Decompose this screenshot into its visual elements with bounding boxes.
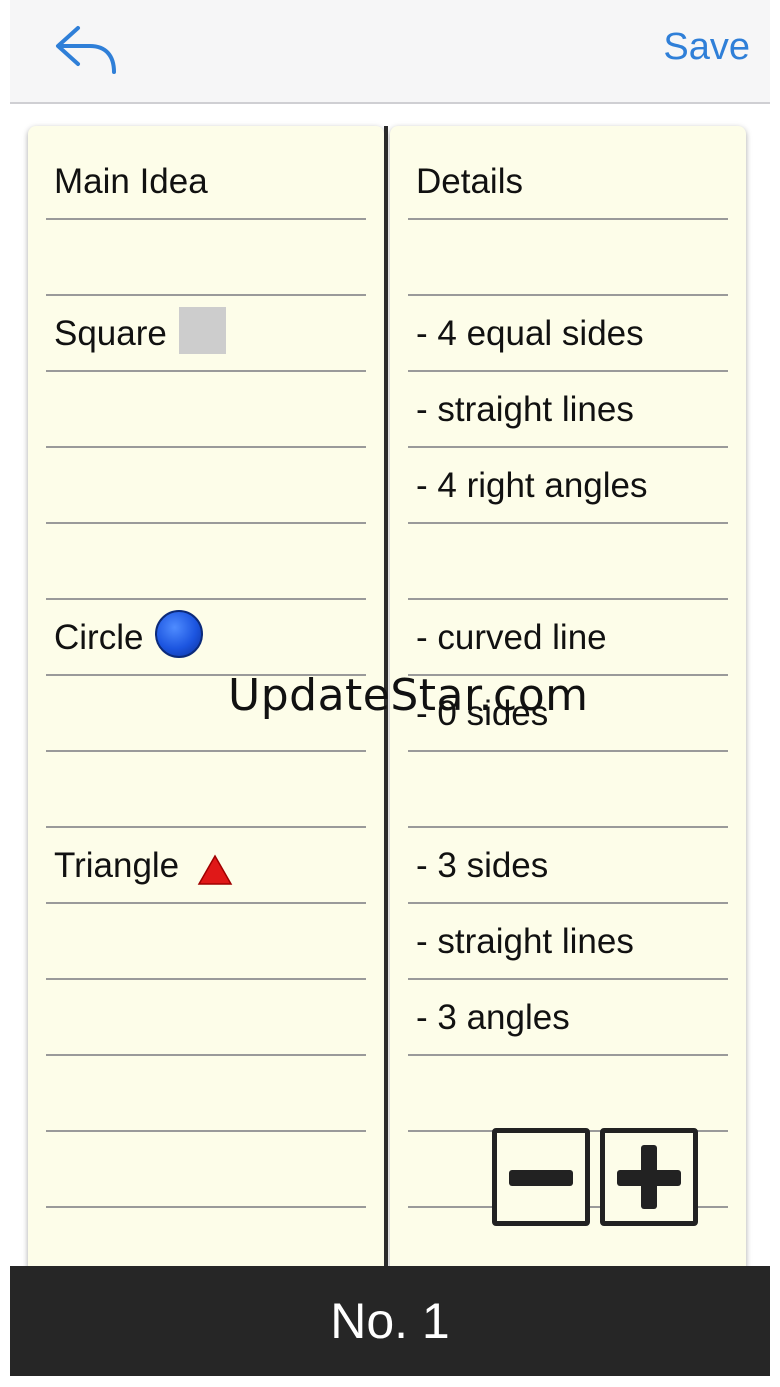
empty-line[interactable] xyxy=(408,752,728,828)
detail-text: - 3 sides xyxy=(416,846,549,885)
detail-line[interactable]: - straight lines xyxy=(408,904,728,980)
empty-line[interactable] xyxy=(46,752,366,828)
empty-line[interactable] xyxy=(408,220,728,296)
main-item-label: Triangle xyxy=(54,846,180,885)
detail-line[interactable]: - straight lines xyxy=(408,372,728,448)
add-row-button[interactable] xyxy=(600,1128,698,1226)
empty-line[interactable] xyxy=(46,220,366,296)
square-icon xyxy=(178,307,226,354)
empty-line[interactable] xyxy=(46,904,366,980)
empty-line[interactable] xyxy=(46,1056,366,1132)
main-item-label: Square xyxy=(54,314,167,353)
detail-line[interactable]: - 4 equal sides xyxy=(408,296,728,372)
detail-text: - straight lines xyxy=(416,390,634,429)
detail-text: - 4 equal sides xyxy=(416,314,644,353)
details-header: Details xyxy=(408,144,728,220)
detail-line[interactable]: - 3 angles xyxy=(408,980,728,1056)
detail-text: - curved line xyxy=(416,618,607,657)
back-arrow-icon xyxy=(56,26,116,74)
main-item-label: Circle xyxy=(54,618,144,657)
minus-icon xyxy=(509,1170,573,1186)
detail-text: - 4 right angles xyxy=(416,466,648,505)
page-footer: No. 1 xyxy=(10,1266,770,1376)
empty-line[interactable] xyxy=(46,1132,366,1208)
main-item-triangle[interactable]: Triangle xyxy=(46,828,366,904)
page-number-label: No. 1 xyxy=(330,1293,450,1349)
red-triangle-icon xyxy=(197,854,233,885)
empty-line[interactable] xyxy=(46,524,366,600)
main-item-circle[interactable]: Circle xyxy=(46,600,366,676)
main-idea-header: Main Idea xyxy=(46,144,366,220)
main-item-square[interactable]: Square xyxy=(46,296,366,372)
empty-line[interactable] xyxy=(46,980,366,1056)
column-header: Main Idea xyxy=(54,162,208,201)
watermark: UpdateStar.com xyxy=(228,670,589,721)
blue-circle-icon xyxy=(155,610,204,658)
detail-line[interactable]: - curved line xyxy=(408,600,728,676)
detail-text: - straight lines xyxy=(416,922,634,961)
top-toolbar: Save xyxy=(10,0,770,104)
detail-line[interactable]: - 4 right angles xyxy=(408,448,728,524)
empty-line[interactable] xyxy=(46,372,366,448)
column-header: Details xyxy=(416,162,523,201)
back-button[interactable] xyxy=(50,20,122,76)
detail-line[interactable]: - 3 sides xyxy=(408,828,728,904)
remove-row-button[interactable] xyxy=(492,1128,590,1226)
empty-line[interactable] xyxy=(46,448,366,524)
save-button[interactable]: Save xyxy=(663,26,750,69)
detail-text: - 3 angles xyxy=(416,998,570,1037)
empty-line[interactable] xyxy=(408,524,728,600)
empty-line[interactable] xyxy=(408,1056,728,1132)
